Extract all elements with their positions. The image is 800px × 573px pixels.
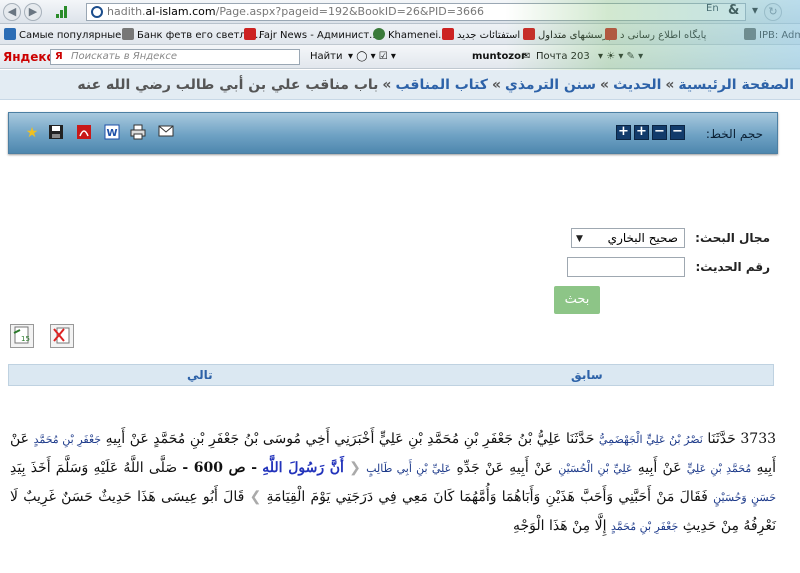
fajr-icon bbox=[244, 28, 256, 40]
hadith-text: 3733 حَدَّثَنَا نَصْرُ بْنُ عَلِيٍّ الْج… bbox=[10, 431, 777, 534]
site-icon bbox=[442, 28, 454, 40]
breadcrumb-separator: » bbox=[665, 77, 675, 93]
page-icon bbox=[122, 28, 134, 40]
bookmark-ipb[interactable]: IPB: Adm bbox=[744, 28, 800, 41]
font-decrease-button[interactable]: − bbox=[652, 125, 667, 140]
close-page-icon[interactable] bbox=[50, 324, 74, 348]
chevron-down-icon: ▼ bbox=[576, 234, 583, 244]
narrator-link[interactable]: عَلِيِّ بْنِ الْحُسَيْنِ bbox=[558, 462, 632, 475]
address-bar: ◀ ▶ hadith.al-islam.com/Page.aspx?pageid… bbox=[0, 0, 800, 24]
font-increase-button[interactable]: + bbox=[634, 125, 649, 140]
svg-text:W: W bbox=[106, 128, 117, 139]
site-icon bbox=[605, 28, 617, 40]
site-icon bbox=[523, 28, 535, 40]
khamenei-icon bbox=[373, 28, 385, 40]
bookmark-popular[interactable]: Самые популярные bbox=[4, 28, 121, 41]
ampersand-icon[interactable]: & bbox=[728, 3, 739, 18]
pagination-bar: تالي سابق bbox=[8, 364, 774, 386]
user-label[interactable]: muntozor bbox=[472, 51, 526, 62]
svg-text:15: 15 bbox=[21, 335, 30, 343]
search-button[interactable]: بحث bbox=[554, 286, 600, 314]
ipb-icon bbox=[744, 28, 756, 40]
hadith-number: 3733 bbox=[740, 431, 777, 447]
back-button[interactable]: ◀ bbox=[3, 3, 21, 21]
close-page-svg bbox=[53, 327, 70, 344]
mail-icon[interactable] bbox=[157, 124, 175, 142]
page-toolbar: ★ W + + − − حجم الخط: bbox=[8, 112, 778, 154]
hadith-number-input[interactable] bbox=[567, 257, 685, 277]
bracket-open-icon: ❮ bbox=[349, 460, 361, 476]
url-field[interactable]: hadith.al-islam.com/Page.aspx?pageid=192… bbox=[86, 3, 746, 21]
pdf-icon[interactable] bbox=[75, 124, 93, 142]
breadcrumb-separator: » bbox=[382, 77, 392, 93]
breadcrumb-book[interactable]: سنن الترمذي bbox=[505, 77, 596, 93]
site-icon bbox=[91, 6, 103, 18]
toolbar-extras-icon[interactable]: ▾ ☀ ▾ ✎ ▾ bbox=[598, 51, 643, 62]
page-marker: - ص 600 - bbox=[182, 460, 258, 476]
goto-page-icon[interactable]: 15 bbox=[10, 324, 34, 348]
breadcrumb-section[interactable]: كتاب المناقب bbox=[395, 77, 487, 93]
breadcrumb-current: باب مناقب علي بن أبي طالب رضي الله عنه bbox=[77, 77, 379, 93]
language-button[interactable]: En bbox=[706, 3, 719, 14]
search-field-label: مجال البحث: bbox=[695, 231, 770, 245]
yandex-toolbar: Яндекс Поискать в Яндексе Найти ▾ ◯ ▾ ☑ … bbox=[0, 45, 800, 69]
bookmark-icon bbox=[4, 28, 16, 40]
breadcrumb-hadith[interactable]: الحديث bbox=[613, 77, 661, 93]
font-increase-button[interactable]: + bbox=[616, 125, 631, 140]
next-link[interactable]: تالي bbox=[187, 368, 213, 382]
previous-link[interactable]: سابق bbox=[571, 368, 603, 382]
bookmark-khamenei[interactable]: Khamenei.ir bbox=[373, 28, 448, 41]
font-size-label: حجم الخط: bbox=[705, 127, 763, 141]
print-icon-svg bbox=[130, 124, 146, 140]
bookmark-faq[interactable]: پرسشهای متداول bbox=[523, 28, 611, 41]
save-icon-svg bbox=[49, 125, 63, 139]
mail-icon-svg bbox=[158, 125, 174, 137]
narrator-link[interactable]: حَسَنٍ وَحُسَيْنٍ bbox=[713, 491, 776, 504]
bookmarks-bar: Самые популярные Банк фетв его светло...… bbox=[0, 24, 800, 45]
breadcrumb-separator: » bbox=[600, 77, 610, 93]
bookmark-fajr[interactable]: Fajr News - Админист... bbox=[244, 28, 379, 41]
word-icon-svg: W bbox=[104, 124, 120, 140]
bookmark-portal[interactable]: پایگاه اطلاع رسانی د bbox=[605, 28, 706, 41]
bookmark-istiftaat[interactable]: استفتائات جدید bbox=[442, 28, 520, 41]
word-icon[interactable]: W bbox=[103, 124, 121, 142]
hadith-number-label: رقم الحديث: bbox=[695, 260, 770, 274]
narrator-link[interactable]: عَلِيِّ بْنِ أَبِي طَالِبٍ bbox=[366, 462, 451, 475]
search-field-select[interactable]: صحيح البخاري ▼ bbox=[571, 228, 685, 248]
bookmark-fatwa[interactable]: Банк фетв его светло... bbox=[122, 28, 261, 41]
save-icon[interactable] bbox=[47, 124, 65, 142]
narrator-link[interactable]: مُحَمَّدِ بْنِ عَلِيٍّ bbox=[687, 462, 751, 475]
dropdown-icon[interactable]: ▾ bbox=[752, 3, 758, 17]
breadcrumb-separator: » bbox=[491, 77, 501, 93]
yandex-search-input[interactable]: Поискать в Яндексе bbox=[50, 49, 300, 65]
print-icon[interactable] bbox=[129, 124, 147, 142]
breadcrumb-home[interactable]: الصفحة الرئيسية bbox=[678, 77, 794, 93]
forward-button[interactable]: ▶ bbox=[24, 3, 42, 21]
narrator-link[interactable]: جَعْفَرِ بْنِ مُحَمَّدٍ bbox=[34, 433, 102, 446]
mail-icon[interactable]: ✉ bbox=[522, 51, 530, 62]
quote-text: أَنَّ رَسُولَ اللَّهِ bbox=[262, 460, 344, 476]
goto-page-svg: 15 bbox=[13, 326, 30, 344]
toolbar-options-icon[interactable]: ▾ ◯ ▾ ☑ ▾ bbox=[348, 51, 396, 62]
mail-count[interactable]: Почта 203 bbox=[536, 51, 590, 62]
star-icon[interactable]: ★ bbox=[23, 124, 41, 142]
signal-icon bbox=[56, 6, 70, 18]
narrator-link[interactable]: نَصْرُ بْنُ عَلِيٍّ الْجَهْضَمِيُّ bbox=[599, 433, 703, 446]
reload-button[interactable]: ↻ bbox=[764, 3, 782, 21]
font-decrease-button[interactable]: − bbox=[670, 125, 685, 140]
breadcrumb: الصفحة الرئيسية»الحديث»سنن الترمذي»كتاب … bbox=[0, 70, 800, 100]
yandex-logo[interactable]: Яндекс bbox=[3, 50, 54, 64]
narrator-link[interactable]: جَعْفَرِ بْنِ مُحَمَّدٍ bbox=[611, 520, 678, 533]
yandex-find-button[interactable]: Найти bbox=[310, 51, 342, 62]
bracket-close-icon: ❯ bbox=[249, 489, 262, 505]
pdf-icon-svg bbox=[77, 125, 91, 139]
